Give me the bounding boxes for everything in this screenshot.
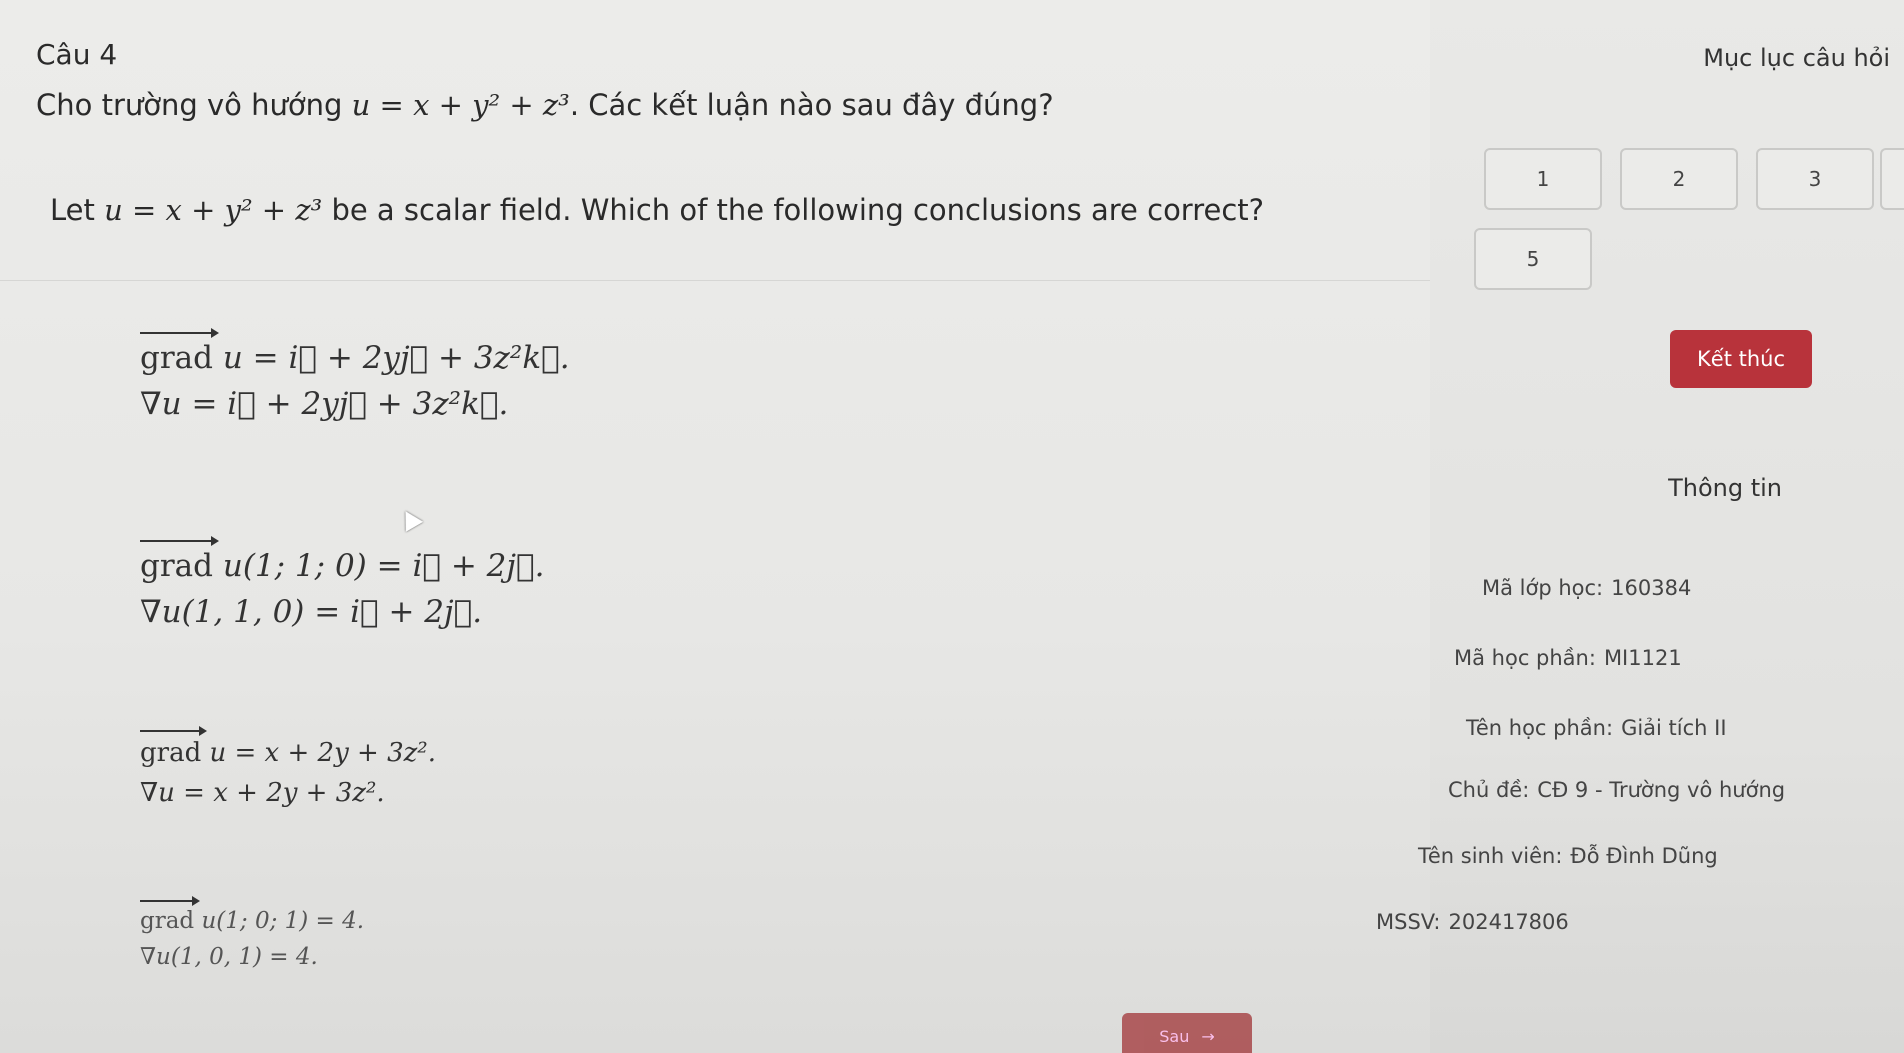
grad-symbol: grad [140, 328, 219, 376]
question-text-vi-before: Cho trường vô hướng [36, 88, 352, 122]
info-student-id: MSSV: 202417806 [1376, 910, 1569, 934]
option-3-line-1: grad u = x + 2y + 3z². [140, 726, 436, 768]
option-3-formula-1: u = x + 2y + 3z². [201, 738, 436, 768]
mouse-cursor-icon [396, 506, 424, 532]
sidebar-title: Mục lục câu hỏi [1703, 44, 1890, 72]
answer-option-1[interactable]: grad u = i⃗ + 2yj⃗ + 3z²k⃗. ∇u = i⃗ + 2y… [140, 328, 570, 422]
question-nav-button-5[interactable]: 5 [1474, 228, 1592, 290]
info-label: Mã lớp học: [1482, 576, 1604, 600]
question-formula-vi: u = x + y² + z³ [351, 88, 570, 122]
next-button-label: Sau [1159, 1026, 1190, 1046]
option-4-line-1: grad u(1; 0; 1) = 4. [140, 896, 365, 934]
info-class-code: Mã lớp học: 160384 [1482, 576, 1691, 600]
info-value: Đỗ Đình Dũng [1570, 844, 1718, 868]
option-3-line-2: ∇u = x + 2y + 3z². [140, 778, 385, 808]
finish-button[interactable]: Kết thúc [1670, 330, 1812, 388]
info-label: Tên sinh viên: [1418, 844, 1563, 868]
question-formula-en: u = x + y² + z³ [104, 193, 323, 227]
info-value: 160384 [1611, 576, 1692, 600]
info-label: Tên học phần: [1466, 716, 1614, 740]
question-text-en: Let u = x + y² + z³ be a scalar field. W… [50, 193, 1264, 227]
grad-symbol: grad [140, 726, 208, 768]
answer-option-3[interactable]: grad u = x + 2y + 3z². ∇u = x + 2y + 3z²… [140, 726, 436, 808]
info-title: Thông tin [1668, 474, 1782, 502]
question-nav-button-1[interactable]: 1 [1484, 148, 1602, 210]
question-text-en-before: Let [50, 193, 105, 227]
next-button[interactable]: Sau → [1122, 1013, 1252, 1053]
question-text-vi-after: . Các kết luận nào sau đây đúng? [569, 88, 1054, 122]
option-4-formula-1: u(1; 0; 1) = 4. [194, 908, 365, 934]
question-panel: Câu 4 Cho trường vô hướng u = x + y² + z… [0, 0, 1430, 1053]
info-value: MI1121 [1603, 646, 1682, 670]
info-topic: Chủ đề: CĐ 9 - Trường vô hướng [1448, 778, 1785, 802]
question-text-vi: Cho trường vô hướng u = x + y² + z³. Các… [36, 88, 1054, 122]
option-4-line-2: ∇u(1, 0, 1) = 4. [140, 944, 318, 970]
quiz-page: Câu 4 Cho trường vô hướng u = x + y² + z… [0, 0, 1904, 1053]
option-1-line-1: grad u = i⃗ + 2yj⃗ + 3z²k⃗. [140, 328, 570, 376]
info-label: Mã học phần: [1454, 646, 1596, 670]
info-label: Chủ đề: [1448, 778, 1530, 802]
question-divider [0, 280, 1430, 281]
option-2-line-2: ∇u(1, 1, 0) = i⃗ + 2j⃗. [140, 594, 483, 630]
info-course-name: Tên học phần: Giải tích II [1466, 716, 1727, 740]
option-1-formula-1: u = i⃗ + 2yj⃗ + 3z²k⃗. [213, 340, 570, 376]
info-value: Giải tích II [1621, 716, 1727, 740]
question-nav-button-3[interactable]: 3 [1756, 148, 1874, 210]
question-number: Câu 4 [36, 38, 118, 71]
grad-symbol: grad [140, 536, 219, 584]
question-text-en-after: be a scalar field. Which of the followin… [322, 193, 1265, 227]
question-nav-button-4-partial[interactable] [1880, 148, 1904, 210]
option-2-line-1: grad u(1; 1; 0) = i⃗ + 2j⃗. [140, 536, 545, 584]
info-label: MSSV: [1376, 910, 1441, 934]
grad-symbol: grad [140, 896, 201, 934]
answer-option-2[interactable]: grad u(1; 1; 0) = i⃗ + 2j⃗. ∇u(1, 1, 0) … [140, 536, 545, 630]
info-value: CĐ 9 - Trường vô hướng [1537, 778, 1786, 802]
arrow-right-icon: → [1201, 1026, 1215, 1046]
info-value: 202417806 [1448, 910, 1569, 934]
info-student-name: Tên sinh viên: Đỗ Đình Dũng [1418, 844, 1718, 868]
option-1-line-2: ∇u = i⃗ + 2yj⃗ + 3z²k⃗. [140, 386, 509, 422]
option-2-formula-1: u(1; 1; 0) = i⃗ + 2j⃗. [213, 548, 545, 584]
info-course-code: Mã học phần: MI1121 [1454, 646, 1682, 670]
answer-option-4[interactable]: grad u(1; 0; 1) = 4. ∇u(1, 0, 1) = 4. [140, 896, 365, 970]
question-nav-button-2[interactable]: 2 [1620, 148, 1738, 210]
